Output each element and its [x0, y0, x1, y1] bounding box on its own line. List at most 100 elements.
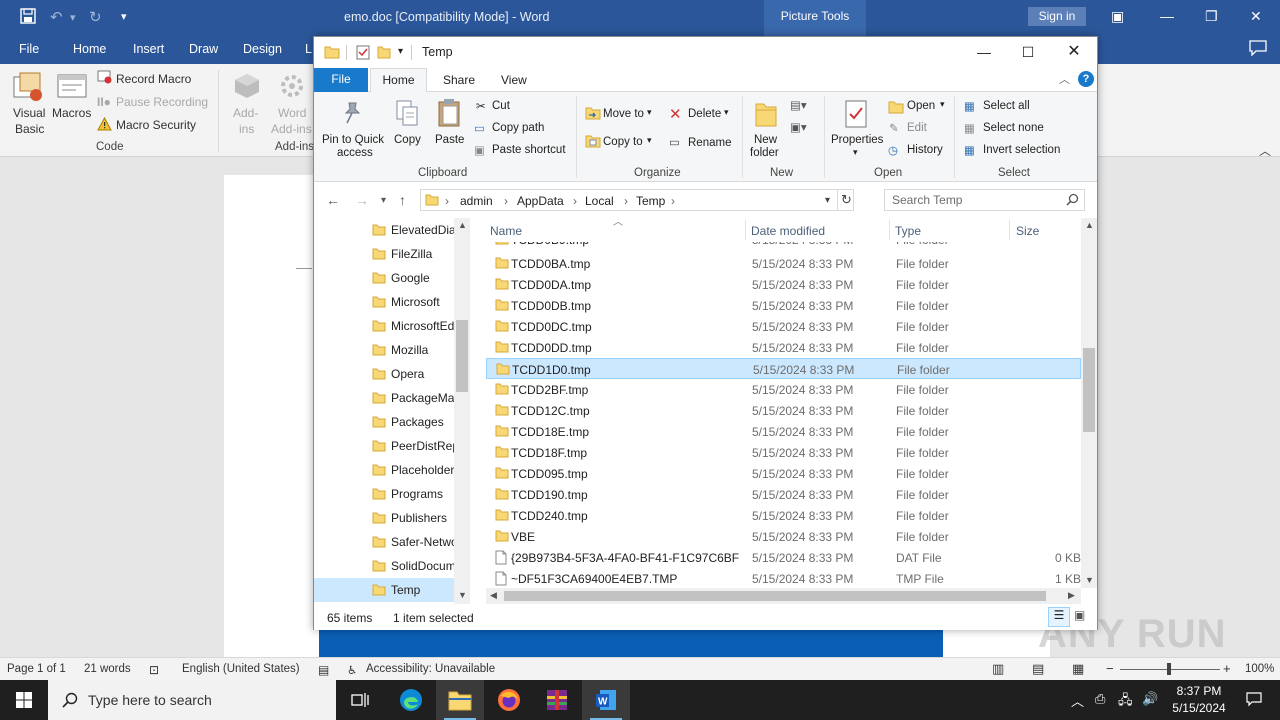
word-taskbar-button[interactable]: W: [582, 680, 630, 720]
table-row[interactable]: TCDD0DD.tmp 5/15/2024 8:33 PM File folder: [486, 337, 1081, 358]
explorer-tab-home[interactable]: Home: [370, 68, 427, 93]
cut-icon[interactable]: ✂: [476, 99, 486, 113]
nav-item[interactable]: Programs: [314, 482, 454, 506]
macro-security-button[interactable]: Macro Security: [116, 118, 196, 132]
properties-dropdown-icon[interactable]: ▾: [853, 147, 858, 158]
file-scroll-thumb[interactable]: [1083, 348, 1095, 432]
select-none-button[interactable]: Select none: [983, 122, 1044, 134]
table-row[interactable]: TCDD190.tmp 5/15/2024 8:33 PM File folder: [486, 484, 1081, 505]
nav-item[interactable]: Microsoft: [314, 290, 454, 314]
nav-scroll-down-icon[interactable]: ▼: [458, 590, 467, 600]
nav-item[interactable]: Mozilla: [314, 338, 454, 362]
move-to-icon[interactable]: [585, 106, 601, 123]
new-folder-qat-icon[interactable]: [377, 45, 391, 62]
breadcrumb-local[interactable]: Local: [585, 194, 614, 208]
explorer-minimize-icon[interactable]: —: [964, 41, 1004, 63]
rename-icon[interactable]: ▭: [669, 135, 680, 149]
copy-to-icon[interactable]: [585, 134, 601, 151]
breadcrumb-admin[interactable]: admin: [460, 194, 493, 208]
table-row[interactable]: VBE 5/15/2024 8:33 PM File folder: [486, 526, 1081, 547]
table-row[interactable]: TCDD1D0.tmp 5/15/2024 8:33 PM File folder: [486, 358, 1081, 379]
pin-quick-access-label[interactable]: Pin to Quick: [322, 134, 384, 146]
breadcrumb-temp[interactable]: Temp: [636, 194, 665, 208]
column-separator[interactable]: [889, 220, 890, 240]
word-tab-layout[interactable]: L: [305, 42, 312, 56]
address-bar[interactable]: › admin › AppData › Local › Temp › ▾ ↻: [420, 189, 854, 211]
delete-icon[interactable]: ✕: [669, 105, 682, 123]
open-icon[interactable]: [888, 100, 904, 117]
easy-access-icon[interactable]: ▣▾: [790, 120, 807, 134]
zoom-slider-thumb[interactable]: [1167, 663, 1171, 675]
scroll-down-icon[interactable]: ▼: [1085, 575, 1094, 585]
rename-button[interactable]: Rename: [688, 137, 731, 149]
explorer-tab-share[interactable]: Share: [443, 73, 475, 87]
table-row[interactable]: TCDD0DB.tmp 5/15/2024 8:33 PM File folder: [486, 295, 1081, 316]
notifications-icon[interactable]: [1246, 691, 1262, 710]
redo-icon[interactable]: ↻: [89, 8, 102, 26]
proofing-icon[interactable]: ⊡: [149, 663, 159, 677]
breadcrumb-chevron-icon[interactable]: ›: [504, 194, 508, 208]
web-layout-icon[interactable]: ▦: [1072, 661, 1084, 677]
page-count[interactable]: Page 1 of 1: [7, 663, 66, 675]
search-icon[interactable]: [1066, 193, 1079, 209]
pin-quick-access-label-2[interactable]: access: [337, 147, 373, 159]
visual-basic-icon[interactable]: [12, 71, 44, 106]
nav-scroll-up-icon[interactable]: ▲: [458, 220, 467, 230]
volume-icon[interactable]: 🔊: [1142, 691, 1158, 707]
macros-icon[interactable]: [56, 71, 88, 106]
new-folder-label-2[interactable]: folder: [750, 147, 779, 159]
horizontal-scroll-thumb[interactable]: [504, 591, 1046, 601]
paste-shortcut-icon[interactable]: ▣: [474, 143, 485, 157]
select-none-icon[interactable]: ▦: [964, 121, 975, 135]
details-view-icon[interactable]: ☰: [1048, 607, 1070, 627]
read-mode-icon[interactable]: ▥: [992, 661, 1004, 677]
table-row[interactable]: TCDD18F.tmp 5/15/2024 8:33 PM File folder: [486, 442, 1081, 463]
nav-item[interactable]: Publishers: [314, 506, 454, 530]
paste-shortcut-button[interactable]: Paste shortcut: [492, 144, 566, 156]
table-row[interactable]: TCDD2BF.tmp 5/15/2024 8:33 PM File folder: [486, 379, 1081, 400]
nav-item[interactable]: Safer-Networking: [314, 530, 454, 554]
nav-scrollbar[interactable]: ▲ ▼: [454, 218, 470, 604]
breadcrumb-chevron-icon[interactable]: ›: [624, 194, 628, 208]
taskbar-clock[interactable]: 8:37 PM 5/15/2024: [1168, 684, 1230, 715]
nav-item[interactable]: Placeholder: [314, 458, 454, 482]
nav-item[interactable]: FileZilla: [314, 242, 454, 266]
refresh-icon[interactable]: ↻: [841, 192, 852, 208]
explorer-maximize-icon[interactable]: ☐: [1008, 41, 1048, 63]
comments-icon[interactable]: [1249, 40, 1267, 59]
explorer-close-icon[interactable]: ✕: [1054, 41, 1094, 63]
large-icons-view-icon[interactable]: ▣: [1074, 608, 1085, 622]
sign-in-button[interactable]: Sign in: [1028, 7, 1086, 26]
open-button[interactable]: Open: [907, 100, 935, 112]
nav-item[interactable]: Opera: [314, 362, 454, 386]
record-macro-icon[interactable]: [97, 70, 112, 87]
new-folder-label[interactable]: New: [754, 134, 777, 146]
language-status[interactable]: English (United States): [182, 663, 300, 675]
properties-qat-icon[interactable]: [356, 45, 370, 63]
print-layout-icon[interactable]: ▤: [1032, 661, 1044, 677]
folder-app-icon[interactable]: [324, 45, 340, 62]
nav-item[interactable]: Google: [314, 266, 454, 290]
copy-to-button[interactable]: Copy to: [603, 136, 643, 148]
save-icon[interactable]: [20, 8, 36, 28]
scroll-left-icon[interactable]: ◀: [490, 590, 497, 601]
pin-icon[interactable]: [341, 101, 363, 128]
nav-item[interactable]: MicrosoftEdge: [314, 314, 454, 338]
word-restore-icon[interactable]: ❐: [1205, 8, 1218, 25]
start-button[interactable]: [0, 680, 48, 720]
firefox-taskbar-button[interactable]: [485, 680, 533, 720]
customize-qat-icon[interactable]: ▾: [121, 10, 127, 23]
invert-selection-icon[interactable]: ▦: [964, 143, 975, 157]
delete-button[interactable]: Delete: [688, 108, 721, 120]
zoom-out-icon[interactable]: −: [1106, 661, 1114, 676]
accessibility-status[interactable]: Accessibility: Unavailable: [366, 663, 495, 675]
winrar-taskbar-button[interactable]: [533, 680, 581, 720]
copy-button[interactable]: Copy: [394, 134, 421, 146]
zoom-in-icon[interactable]: +: [1223, 661, 1231, 676]
cut-button[interactable]: Cut: [492, 100, 510, 112]
zoom-level[interactable]: 100%: [1245, 663, 1274, 675]
copy-icon[interactable]: [395, 99, 419, 130]
breadcrumb-chevron-icon[interactable]: ›: [573, 194, 577, 208]
recent-locations-icon[interactable]: ▾: [381, 195, 386, 206]
column-separator[interactable]: [745, 220, 746, 240]
